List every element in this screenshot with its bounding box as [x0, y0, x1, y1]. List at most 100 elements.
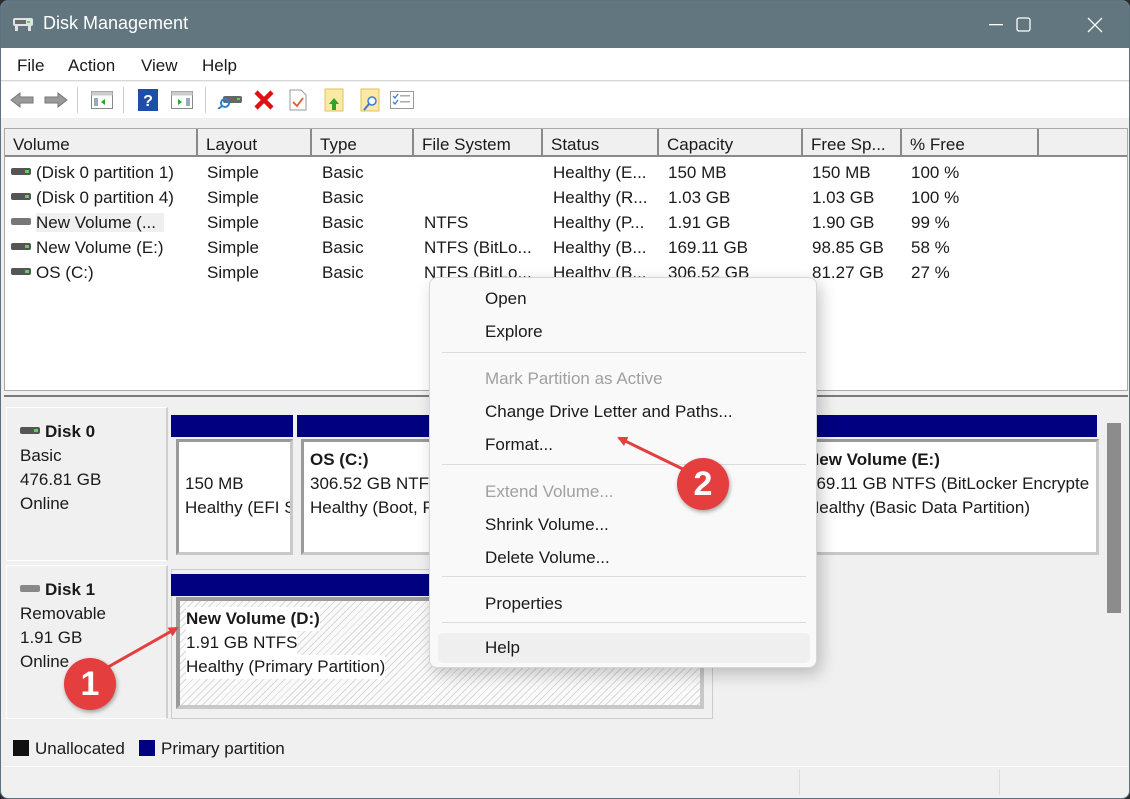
- drive-icon: [11, 168, 31, 176]
- free-cell: 1.03 GB: [812, 188, 875, 207]
- help-icon: ?: [138, 89, 158, 111]
- capacity-cell: 1.03 GB: [668, 188, 731, 207]
- percent-free-cell: 100 %: [911, 163, 960, 182]
- capacity-cell: 150 MB: [668, 163, 727, 182]
- menu-item-properties[interactable]: Properties: [430, 589, 816, 619]
- properties-button[interactable]: [285, 88, 311, 112]
- partition-size: 150 MB: [185, 474, 244, 493]
- menu-item-open[interactable]: Open: [430, 284, 816, 314]
- column-header-volume[interactable]: Volume: [5, 129, 198, 155]
- connect-drive-button[interactable]: [217, 88, 243, 112]
- close-button[interactable]: [1066, 1, 1124, 48]
- disk-view-scrollbar-thumb[interactable]: [1107, 423, 1121, 613]
- percent-free-cell: 100 %: [911, 188, 960, 207]
- layout-cell: Simple: [207, 188, 259, 207]
- table-row[interactable]: New Volume (E:) Simple Basic NTFS (BitLo…: [5, 235, 1127, 260]
- partition-new-volume-e[interactable]: New Volume (E:) 169.11 GB NTFS (BitLocke…: [804, 439, 1099, 555]
- volume-name: New Volume (...: [36, 213, 164, 232]
- menu-action[interactable]: Action: [68, 56, 115, 76]
- delete-button[interactable]: [251, 88, 277, 112]
- open-button[interactable]: [321, 88, 347, 112]
- maximize-button[interactable]: [995, 1, 1053, 48]
- partition-bar: [171, 415, 293, 437]
- disk-0-label[interactable]: Disk 0 Basic 476.81 GB Online: [6, 407, 168, 561]
- free-cell: 81.27 GB: [812, 263, 884, 282]
- column-header-empty: [1039, 129, 1129, 155]
- disk-state: Online: [20, 494, 70, 513]
- toolbar-separator: [205, 87, 206, 113]
- table-row[interactable]: (Disk 0 partition 1) Simple Basic Health…: [5, 160, 1127, 185]
- volume-name: OS (C:): [36, 263, 94, 282]
- menu-item-help[interactable]: Help: [438, 633, 810, 663]
- disk-kind: Basic: [20, 446, 62, 465]
- menu-item-delete-volume[interactable]: Delete Volume...: [430, 543, 816, 573]
- status-cell: Healthy (R...: [553, 188, 648, 207]
- toolbar-separator: [123, 87, 124, 113]
- volume-cell: OS (C:): [11, 263, 94, 283]
- unallocated-swatch: [13, 740, 29, 756]
- console-tree-icon: [91, 91, 113, 109]
- status-divider: [799, 769, 800, 795]
- back-button[interactable]: [9, 88, 35, 112]
- show-hide-console-tree-button[interactable]: [89, 88, 115, 112]
- menu-item-shrink-volume[interactable]: Shrink Volume...: [430, 510, 816, 540]
- partition-title: New Volume (D:): [186, 607, 320, 631]
- annotation-badge-1: 1: [64, 658, 116, 710]
- forward-button[interactable]: [43, 88, 69, 112]
- layout-cell: Simple: [207, 213, 259, 232]
- column-header-percent-free[interactable]: % Free: [902, 129, 1039, 155]
- column-header-free-space[interactable]: Free Sp...: [803, 129, 902, 155]
- type-cell: Basic: [322, 188, 364, 207]
- percent-free-cell: 27 %: [911, 263, 950, 282]
- checklist-icon: [390, 91, 414, 109]
- context-menu: Open Explore Mark Partition as Active Ch…: [429, 277, 817, 668]
- partition-bar: [804, 415, 1097, 437]
- free-cell: 98.85 GB: [812, 238, 884, 257]
- partition-efi[interactable]: 150 MB Healthy (EFI S: [176, 439, 293, 555]
- volume-cell: New Volume (E:): [11, 238, 164, 258]
- menu-help[interactable]: Help: [202, 56, 237, 76]
- legend: Unallocated Primary partition: [4, 736, 1128, 762]
- column-header-capacity[interactable]: Capacity: [659, 129, 803, 155]
- menu-item-mark-partition-active: Mark Partition as Active: [485, 369, 663, 388]
- disk-size: 1.91 GB: [20, 628, 83, 647]
- table-row-selected[interactable]: New Volume (... Simple Basic NTFS Health…: [5, 210, 1127, 235]
- menu-item-format[interactable]: Format...: [430, 430, 816, 460]
- column-header-file-system[interactable]: File System: [414, 129, 543, 155]
- document-check-icon: [289, 89, 307, 111]
- menu-item-change-drive-letter[interactable]: Change Drive Letter and Paths...: [430, 397, 816, 427]
- partition-status: Healthy (Primary Partition): [186, 655, 386, 679]
- menu-view[interactable]: View: [141, 56, 178, 76]
- annotation-badge-2: 2: [677, 458, 729, 510]
- drive-icon: [11, 268, 31, 276]
- legend-primary-partition: Primary partition: [139, 739, 285, 759]
- volume-name: (Disk 0 partition 1): [36, 163, 174, 182]
- action-pane-icon: [171, 91, 193, 109]
- column-header-status[interactable]: Status: [543, 129, 659, 155]
- disk-management-window: Disk Management File Action View Help ?: [0, 0, 1130, 799]
- column-header-layout[interactable]: Layout: [198, 129, 312, 155]
- fs-cell: NTFS: [424, 213, 469, 232]
- menu-file[interactable]: File: [17, 56, 44, 76]
- type-cell: Basic: [322, 213, 364, 232]
- status-cell: Healthy (B...: [553, 238, 647, 257]
- checklist-button[interactable]: [389, 88, 415, 112]
- forward-icon: [44, 91, 68, 109]
- menu-item-explore[interactable]: Explore: [430, 317, 816, 347]
- help-button[interactable]: ?: [135, 88, 161, 112]
- legend-unallocated: Unallocated: [13, 739, 125, 759]
- back-icon: [10, 91, 34, 109]
- table-row[interactable]: (Disk 0 partition 4) Simple Basic Health…: [5, 185, 1127, 210]
- menu-item-extend-volume: Extend Volume...: [485, 482, 614, 501]
- folder-search-icon: [360, 88, 380, 112]
- explore-button[interactable]: [357, 88, 383, 112]
- disk-drive-icon: [20, 427, 40, 435]
- column-header-type[interactable]: Type: [312, 129, 414, 155]
- show-hide-action-pane-button[interactable]: [169, 88, 195, 112]
- title-bar: Disk Management: [1, 1, 1129, 48]
- menu-separator: [442, 576, 806, 577]
- partition-os-c[interactable]: OS (C:) 306.52 GB NTFS Healthy (Boot, P: [301, 439, 441, 555]
- partition-bar: [297, 415, 437, 437]
- layout-cell: Simple: [207, 163, 259, 182]
- partition-status: Healthy (EFI S: [185, 498, 293, 517]
